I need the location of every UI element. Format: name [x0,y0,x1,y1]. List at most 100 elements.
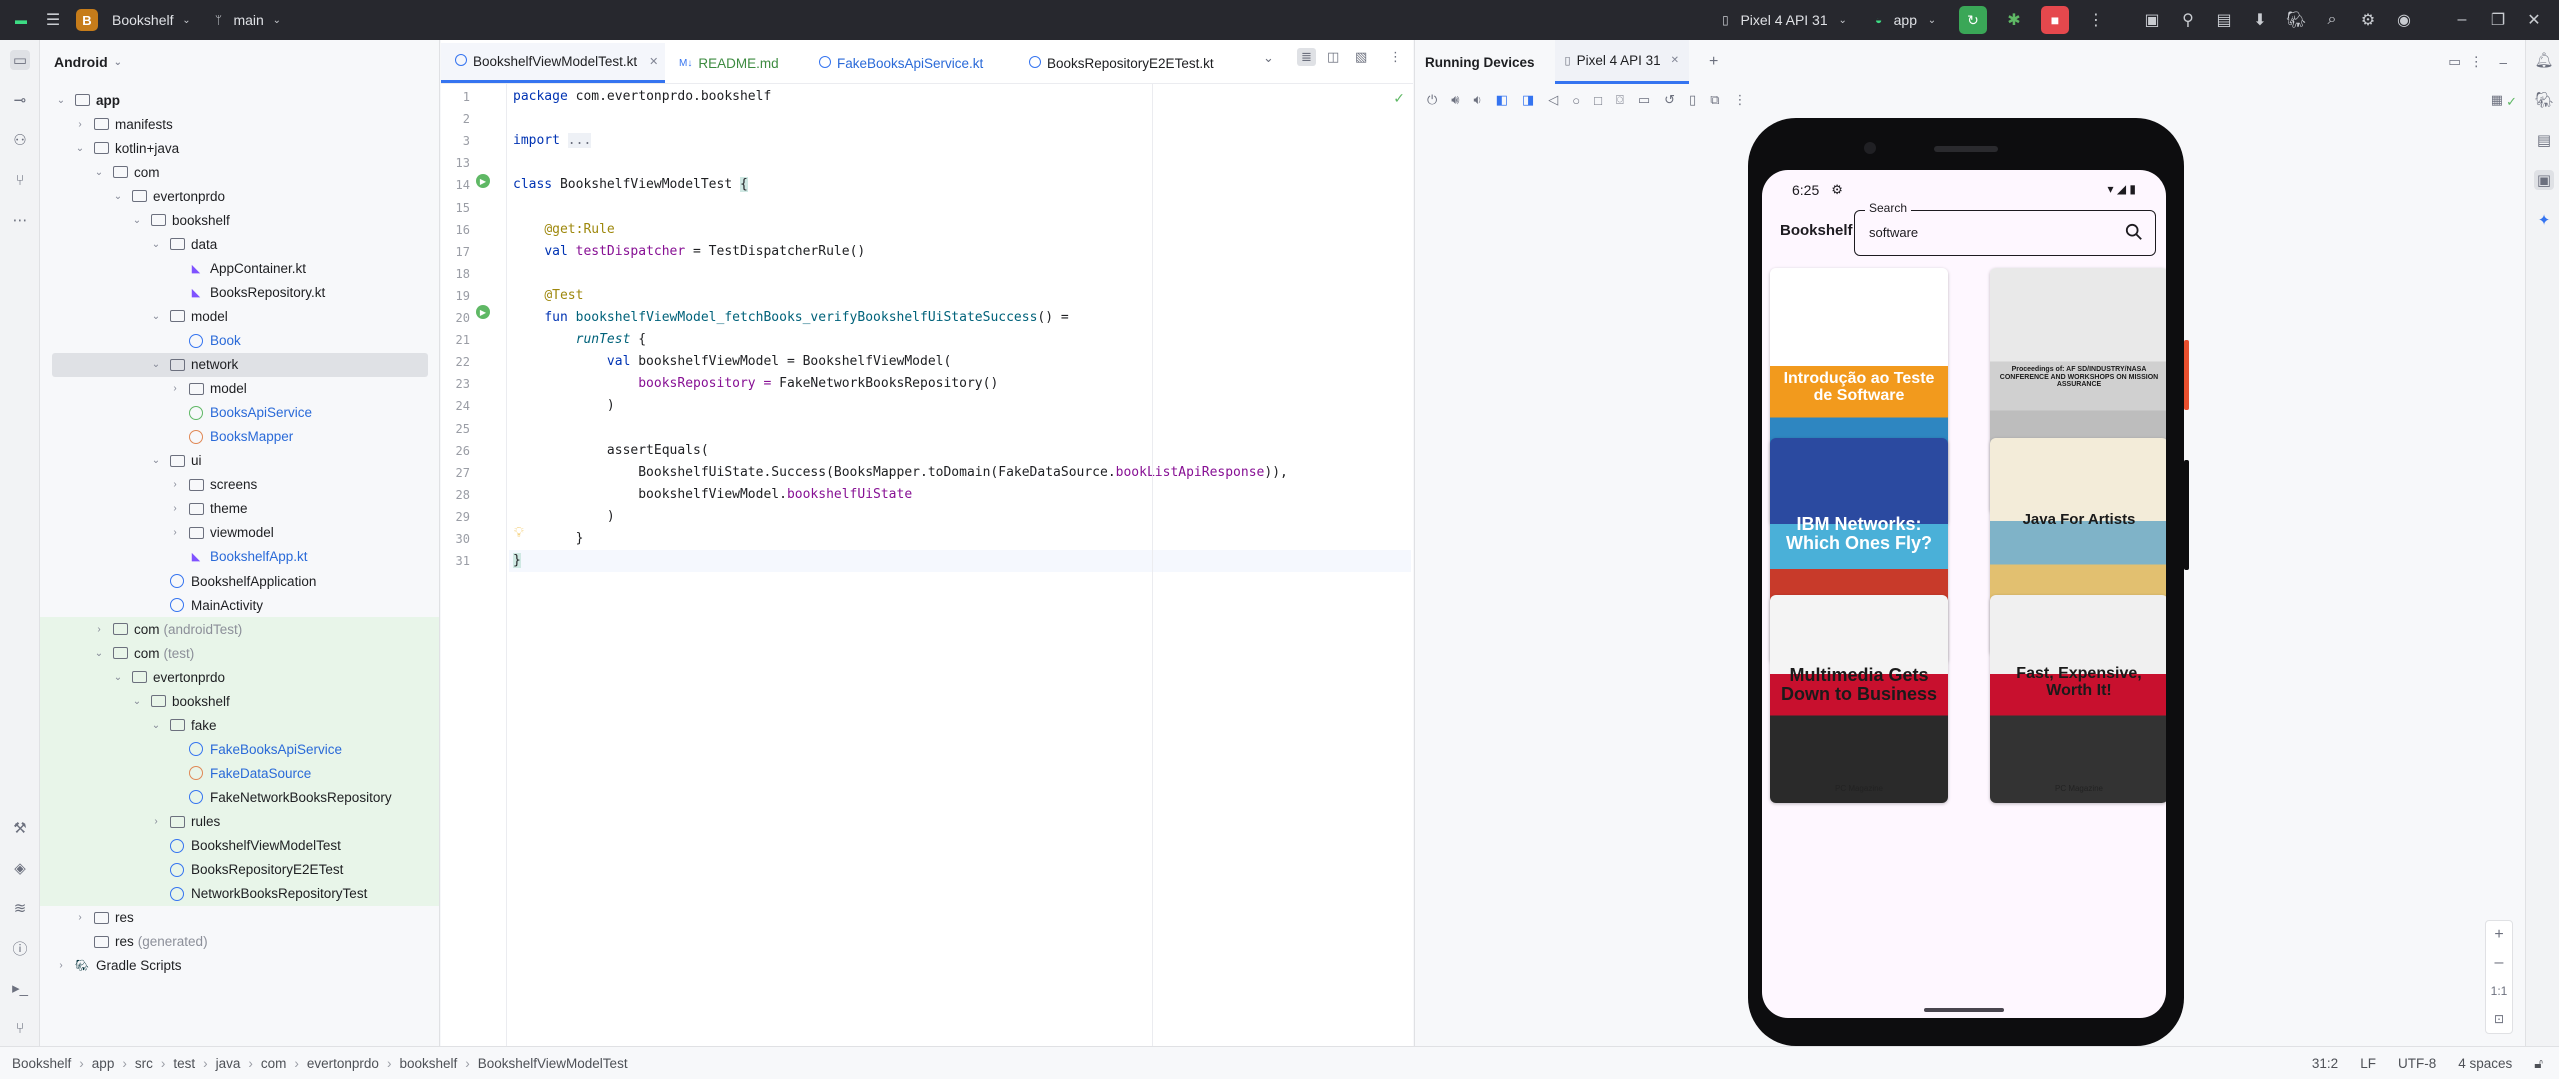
project-badge[interactable]: B [76,9,98,31]
run-test-class-icon[interactable]: ▶ [476,174,490,188]
power-icon[interactable]: ⏻ [1427,92,1437,108]
tree-item[interactable]: BooksApiService [168,401,312,425]
breadcrumb-item[interactable]: bookshelf [399,1056,457,1071]
file-encoding[interactable]: UTF-8 [2398,1056,2436,1071]
caret-position[interactable]: 31:2 [2312,1056,2338,1071]
tree-item[interactable]: ⌄ com (test) [92,641,194,665]
gemini-icon[interactable]: ✦ [2534,210,2554,230]
more-icon[interactable]: ⋮ [1389,49,1402,65]
device-manager-icon[interactable]: ▣ [2143,11,2161,29]
search-value[interactable]: software [1869,225,1918,240]
device-file-explorer-icon[interactable]: ▤ [2534,130,2554,150]
tree-item[interactable]: ⌄ bookshelf [130,689,230,713]
project-view-selector[interactable]: Android ⌄ [40,40,439,84]
tree-item[interactable]: › 🐘︎ Gradle Scripts [54,954,181,978]
chevron-down-icon[interactable]: ⌄ [111,672,125,683]
chevron-down-icon[interactable]: ⌄ [73,143,87,154]
search-icon[interactable]: ⌕ [2323,11,2341,29]
build-icon[interactable]: ⚒ [10,818,30,838]
more-icon[interactable]: ⋮ [2470,54,2484,70]
tree-item[interactable]: BookshelfApplication [149,569,316,593]
android-studio-icon[interactable]: ▬ [12,11,30,29]
chevron-right-icon[interactable]: › [168,503,182,514]
snapshot-icon[interactable]: ↺ [1664,92,1675,108]
chevron-down-icon[interactable]: ⌄ [111,191,125,202]
tree-item[interactable]: Book [168,329,241,353]
book-cover[interactable]: Fast, Expensive, Worth It! PC Magazine [1990,595,2166,803]
inspection-ok-icon[interactable]: ✓ [1393,90,1405,107]
tree-item[interactable]: ⌄ kotlin+java [73,136,179,160]
chevron-down-icon[interactable]: ⌄ [149,720,163,731]
tree-item[interactable]: BooksMapper [168,425,293,449]
breadcrumb-item[interactable]: test [173,1056,195,1071]
chevron-down-icon[interactable]: ⌄ [149,455,163,466]
tree-item[interactable]: › rules [149,810,220,834]
breadcrumb-item[interactable]: com [261,1056,287,1071]
editor-tab[interactable]: BooksRepositoryE2ETest.kt [1015,43,1215,83]
minimize-icon[interactable]: – [2499,55,2507,70]
zoom-fit-icon[interactable]: ⊡ [2486,1005,2512,1033]
tree-item[interactable]: ⌄ evertonprdo [111,184,225,208]
project-folder-icon[interactable]: ▭ [10,50,30,70]
rotate-left-icon[interactable]: ◧ [1496,92,1508,108]
tree-item[interactable]: FakeBooksApiService [168,737,342,761]
volume-up-icon[interactable]: 🔊︎ [1451,92,1459,108]
editor-tab[interactable]: M↓ README.md [665,43,805,83]
breadcrumb-item[interactable]: Bookshelf [12,1056,71,1071]
reader-mode-icon[interactable]: ≣ [1297,48,1316,66]
close-icon[interactable]: ✕ [1671,55,1679,66]
line-separator[interactable]: LF [2360,1056,2376,1071]
editor-tab[interactable]: FakeBooksApiService.kt [805,43,1015,83]
sdk-manager-icon[interactable]: ⬇ [2251,11,2269,29]
resource-manager-icon[interactable]: ⚇ [10,130,30,150]
tree-item[interactable]: BooksRepositoryE2ETest [149,858,343,882]
tree-item[interactable]: ⌄ ui [149,449,202,473]
gradle-icon[interactable]: 🐘︎ [2534,90,2554,110]
tree-item[interactable]: › res [73,906,133,930]
problems-icon[interactable]: ⓘ [10,938,30,958]
chevron-down-icon[interactable]: ⌄ [92,648,106,659]
terminal-icon[interactable]: ▸_ [10,978,30,998]
pull-requests-icon[interactable]: ⑂ [10,170,30,190]
tree-item[interactable]: ⌄ model [149,304,228,328]
branch-name[interactable]: main [233,12,263,28]
stop-button[interactable]: ■ [2041,6,2069,34]
lightbulb-icon[interactable]: 💡︎ [514,524,524,541]
main-menu-icon[interactable]: ☰ [44,11,62,29]
run-config-selector[interactable]: app [1894,12,1917,28]
minimize-icon[interactable]: – [2453,11,2471,29]
run-test-icon[interactable]: ▶ [476,305,490,319]
add-device-icon[interactable]: + [1709,53,1718,71]
tree-item[interactable]: › viewmodel [168,521,273,545]
screen-record-icon[interactable]: ▭ [1638,92,1650,108]
device-tab[interactable]: ▯ Pixel 4 API 31 ✕ [1554,40,1690,84]
more-icon[interactable]: ⋮ [2087,11,2105,29]
notifications-icon[interactable]: 🔔︎ [2534,50,2554,70]
rerun-button[interactable]: ↻ [1959,6,1987,34]
git-icon[interactable]: ⑂ [10,1018,30,1038]
tree-item[interactable]: ⌄ bookshelf [130,208,230,232]
tree-item[interactable]: ⌄ network [149,353,238,377]
tree-item[interactable]: NetworkBooksRepositoryTest [149,882,367,906]
tree-item[interactable]: ⌄ app [54,88,120,112]
more-tools-icon[interactable]: ⋯ [10,210,30,230]
account-icon[interactable]: ◉ [2395,11,2413,29]
code-area[interactable]: package com.evertonprdo.bookshelf import … [509,84,1411,1046]
zoom-out-icon[interactable]: – [2486,949,2512,977]
breadcrumb-item[interactable]: java [216,1056,241,1071]
rotate-right-icon[interactable]: ◨ [1522,92,1534,108]
app-inspection-icon[interactable]: ⚲ [2179,11,2197,29]
chevron-down-icon[interactable]: ⌄ [92,167,106,178]
design-view-icon[interactable]: ▧ [1355,49,1367,65]
home-icon[interactable]: ○ [1572,93,1580,108]
close-icon[interactable]: ✕ [2525,11,2543,29]
device-selector[interactable]: Pixel 4 API 31 [1740,12,1827,28]
zoom-actual-icon[interactable]: 1:1 [2486,977,2512,1005]
breadcrumb-item[interactable]: app [92,1056,115,1071]
tree-item[interactable]: › screens [168,473,257,497]
volume-down-icon[interactable]: 🔉︎ [1474,92,1482,108]
device-frame-icon[interactable]: ▯ [1689,92,1696,108]
chevron-right-icon[interactable]: › [73,119,87,130]
tree-item[interactable]: ⌄ fake [149,713,217,737]
chevron-down-icon[interactable]: ⌄ [130,215,144,226]
